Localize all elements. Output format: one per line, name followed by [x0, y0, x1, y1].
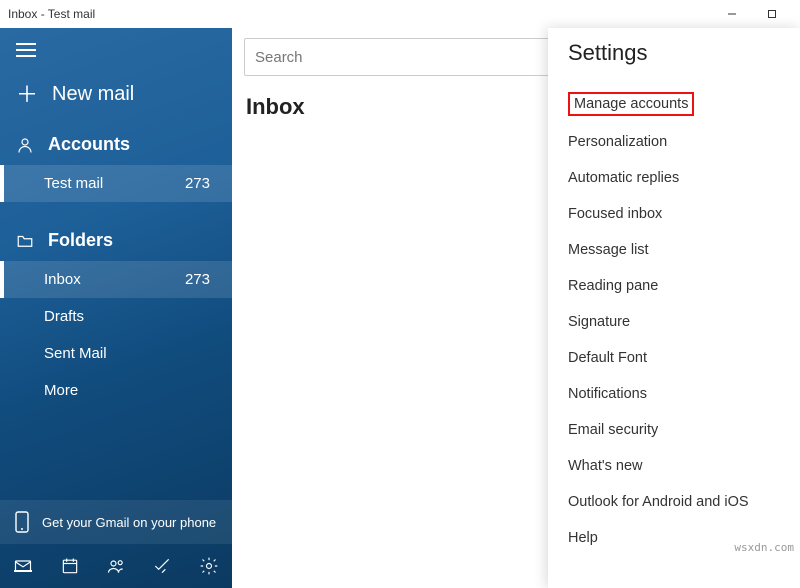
search-placeholder: Search — [255, 49, 303, 66]
account-item[interactable]: Test mail 273 — [0, 165, 232, 202]
gear-icon — [199, 556, 219, 576]
promo-text: Get your Gmail on your phone — [42, 515, 216, 530]
people-icon — [106, 556, 126, 576]
folder-drafts[interactable]: Drafts — [0, 298, 232, 335]
setting-reading-pane[interactable]: Reading pane — [568, 268, 780, 304]
new-mail-label: New mail — [52, 83, 134, 106]
folder-count: 273 — [185, 271, 216, 288]
settings-title: Settings — [568, 40, 780, 66]
folders-label: Folders — [48, 230, 113, 251]
phone-icon — [14, 510, 30, 534]
settings-panel: Settings Manage accounts Personalization… — [548, 28, 800, 588]
folder-label: More — [44, 382, 216, 399]
folder-label: Drafts — [44, 308, 216, 325]
watermark: wsxdn.com — [734, 541, 794, 554]
folder-icon — [16, 232, 34, 250]
window-title: Inbox - Test mail — [8, 7, 95, 21]
folder-inbox[interactable]: Inbox 273 — [0, 261, 232, 298]
setting-notifications[interactable]: Notifications — [568, 376, 780, 412]
folders-section[interactable]: Folders — [0, 220, 232, 261]
setting-personalization[interactable]: Personalization — [568, 124, 780, 160]
setting-email-security[interactable]: Email security — [568, 412, 780, 448]
mail-icon — [13, 556, 33, 576]
account-name: Test mail — [44, 175, 185, 192]
setting-automatic-replies[interactable]: Automatic replies — [568, 160, 780, 196]
nav-todo[interactable] — [139, 556, 185, 576]
setting-outlook-mobile[interactable]: Outlook for Android and iOS — [568, 484, 780, 520]
setting-default-font[interactable]: Default Font — [568, 340, 780, 376]
maximize-button[interactable] — [752, 3, 792, 25]
setting-focused-inbox[interactable]: Focused inbox — [568, 196, 780, 232]
title-bar: Inbox - Test mail — [0, 0, 800, 28]
promo-banner[interactable]: Get your Gmail on your phone — [0, 500, 232, 544]
nav-mail[interactable] — [0, 556, 46, 576]
bottom-nav — [0, 544, 232, 588]
folder-sent[interactable]: Sent Mail — [0, 335, 232, 372]
calendar-icon — [60, 556, 80, 576]
setting-whats-new[interactable]: What's new — [568, 448, 780, 484]
person-icon — [16, 136, 34, 154]
sidebar: ＋ New mail Accounts Test mail 273 Folder… — [0, 28, 232, 588]
setting-message-list[interactable]: Message list — [568, 232, 780, 268]
check-icon — [152, 556, 172, 576]
folder-more[interactable]: More — [0, 372, 232, 409]
accounts-label: Accounts — [48, 134, 130, 155]
hamburger-menu[interactable] — [0, 28, 232, 73]
nav-calendar[interactable] — [46, 556, 92, 576]
minimize-button[interactable] — [712, 3, 752, 25]
nav-people[interactable] — [93, 556, 139, 576]
folder-label: Inbox — [44, 271, 185, 288]
setting-manage-accounts[interactable]: Manage accounts — [568, 92, 694, 116]
setting-signature[interactable]: Signature — [568, 304, 780, 340]
account-count: 273 — [185, 175, 216, 192]
new-mail-button[interactable]: ＋ New mail — [0, 73, 232, 124]
nav-settings[interactable] — [186, 556, 232, 576]
folder-label: Sent Mail — [44, 345, 216, 362]
plus-icon: ＋ — [16, 84, 38, 106]
accounts-section[interactable]: Accounts — [0, 124, 232, 165]
